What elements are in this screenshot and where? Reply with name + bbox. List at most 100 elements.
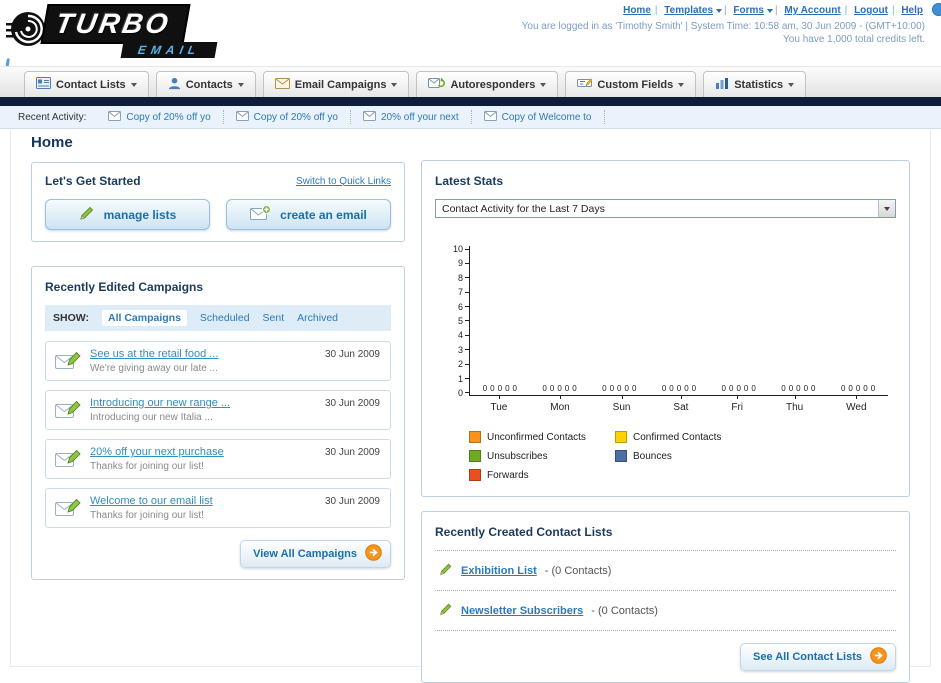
campaign-date: 30 Jun 2009 — [324, 447, 380, 458]
form-field-icon — [577, 77, 593, 92]
separator: | — [724, 5, 727, 16]
chart-legend: Unconfirmed Contacts Confirmed Contacts Un… — [469, 431, 888, 481]
top-link-templates[interactable]: Templates — [664, 5, 713, 16]
view-all-campaigns-label: View All Campaigns — [253, 548, 357, 560]
chart-bar-group: 00000 — [542, 384, 576, 393]
tab-statistics[interactable]: Statistics — [703, 71, 807, 97]
chart-bar-group: 00000 — [602, 384, 636, 393]
campaign-link[interactable]: Introducing our new range ... — [90, 397, 320, 409]
y-axis: 10 9 8 7 6 5 4 3 2 1 0 — [443, 245, 469, 398]
email-edit-icon — [55, 497, 82, 523]
chart-value-label: 0 — [564, 384, 570, 393]
pencil-icon — [79, 205, 95, 224]
bar-chart-icon — [715, 77, 729, 92]
top-link-forms[interactable]: Forms — [733, 5, 764, 16]
recent-activity-link[interactable]: Copy of 20% off yo — [126, 112, 210, 123]
filter-sent[interactable]: Sent — [263, 312, 285, 324]
recent-activity-link[interactable]: Copy of 20% off yo — [254, 112, 338, 123]
switch-quick-links[interactable]: Switch to Quick Links — [296, 176, 391, 187]
app-logo: TURBO EMAIL — [4, 2, 279, 62]
tab-email-campaigns[interactable]: Email Campaigns — [262, 71, 410, 97]
chevron-down-icon — [130, 82, 137, 87]
chart-value-label: 0 — [840, 384, 846, 393]
contact-list-link[interactable]: Exhibition List — [461, 565, 537, 577]
campaign-list: See us at the retail food ... We're givi… — [45, 341, 391, 528]
recent-activity-item: Copy of Welcome to — [472, 110, 605, 124]
recent-activity-link[interactable]: Copy of Welcome to — [502, 112, 592, 123]
chevron-down-icon — [540, 82, 547, 87]
chevron-down-icon — [716, 9, 723, 13]
recent-activity-item: Copy of 20% off yo — [224, 110, 351, 124]
contact-list-row: Newsletter Subscribers - (0 Contacts) — [435, 600, 896, 621]
stats-period-select[interactable]: Contact Activity for the Last 7 Days — [435, 199, 896, 218]
see-all-contact-lists-button[interactable]: See All Contact Lists — [739, 643, 896, 671]
y-axis-label: 1 — [458, 374, 469, 383]
create-email-button[interactable]: create an email — [226, 199, 391, 230]
view-all-campaigns-button[interactable]: View All Campaigns — [240, 540, 391, 568]
recent-activity-link[interactable]: 20% off your next — [381, 112, 459, 123]
campaign-link[interactable]: 20% off your next purchase — [90, 446, 320, 458]
y-axis-label: 5 — [458, 316, 469, 325]
manage-lists-label: manage lists — [103, 207, 177, 222]
tab-custom-fields[interactable]: Custom Fields — [565, 71, 697, 97]
campaign-link[interactable]: Welcome to our email list — [90, 495, 320, 507]
legend-item: Unconfirmed Contacts — [469, 431, 615, 443]
top-link-help[interactable]: Help — [901, 5, 923, 16]
chart-value-label: 0 — [661, 384, 667, 393]
chart-value-label: 0 — [617, 384, 622, 393]
see-all-contact-lists-label: See All Contact Lists — [752, 651, 862, 663]
recent-activity-label: Recent Activity: — [18, 111, 87, 123]
campaign-subject: We're giving away our late ... — [90, 363, 218, 374]
y-axis-label: 7 — [458, 288, 469, 297]
logo-title-text: TURBO — [53, 8, 174, 39]
tab-contacts[interactable]: Contacts — [155, 71, 256, 97]
top-link-home[interactable]: Home — [623, 5, 651, 16]
recent-activity-bar: Recent Activity: Copy of 20% off yo Copy… — [0, 106, 941, 129]
stats-chart: 10 9 8 7 6 5 4 3 2 1 0 000000000000000000000000000… — [435, 245, 896, 481]
chevron-down-icon — [237, 82, 244, 87]
orange-arrow-icon — [870, 647, 887, 667]
envelope-icon — [235, 110, 249, 124]
chart-value-label: 0 — [482, 384, 488, 393]
y-axis-label: 4 — [458, 331, 469, 340]
chart-value-label: 0 — [490, 384, 495, 393]
campaign-row: Introducing our new range ... Introducin… — [45, 390, 391, 430]
x-axis-label: Tue — [490, 395, 508, 413]
filter-all-campaigns[interactable]: All Campaigns — [101, 310, 187, 326]
orange-arrow-icon — [365, 544, 382, 564]
campaign-link[interactable]: See us at the retail food ... — [90, 348, 320, 360]
campaign-subject: Introducing our new Italia ... — [90, 412, 213, 423]
top-link-logout[interactable]: Logout — [854, 5, 888, 16]
chart-value-label: 0 — [512, 384, 517, 393]
chart-value-label: 0 — [796, 384, 801, 393]
page-title: Home — [31, 134, 73, 151]
credits-status: You have 1,000 total credits left. — [783, 34, 925, 45]
chevron-down-icon — [788, 82, 795, 87]
chart-value-label: 0 — [505, 384, 510, 393]
y-axis-label: 3 — [458, 345, 469, 354]
filter-scheduled[interactable]: Scheduled — [200, 312, 250, 324]
header-meta: Home | Templates | Forms | My Account | Logo… — [522, 5, 925, 45]
tab-autoresponders[interactable]: Autoresponders — [416, 71, 559, 97]
campaign-date: 30 Jun 2009 — [324, 496, 380, 507]
manage-lists-button[interactable]: manage lists — [45, 199, 210, 230]
legend-item: Confirmed Contacts — [615, 431, 761, 443]
chart-value-label: 0 — [736, 384, 741, 393]
chart-value-label: 0 — [676, 384, 682, 393]
separator: | — [654, 5, 658, 16]
email-edit-icon — [55, 350, 82, 376]
latest-stats-title: Latest Stats — [435, 174, 504, 188]
y-axis-label: 6 — [458, 302, 469, 311]
top-link-my-account[interactable]: My Account — [784, 5, 840, 16]
email-edit-icon — [55, 399, 82, 425]
pencil-icon — [439, 562, 453, 579]
filter-archived[interactable]: Archived — [297, 312, 338, 324]
envelope-icon — [274, 77, 290, 92]
chevron-down-icon — [766, 9, 773, 13]
tab-label: Contacts — [185, 78, 233, 91]
legend-label: Unconfirmed Contacts — [487, 431, 586, 443]
latest-stats-panel: Latest Stats Contact Activity for the La… — [421, 160, 910, 497]
tab-contact-lists[interactable]: Contact Lists — [24, 71, 149, 97]
contact-list-link[interactable]: Newsletter Subscribers — [461, 605, 583, 617]
legend-item: Forwards — [469, 469, 615, 481]
